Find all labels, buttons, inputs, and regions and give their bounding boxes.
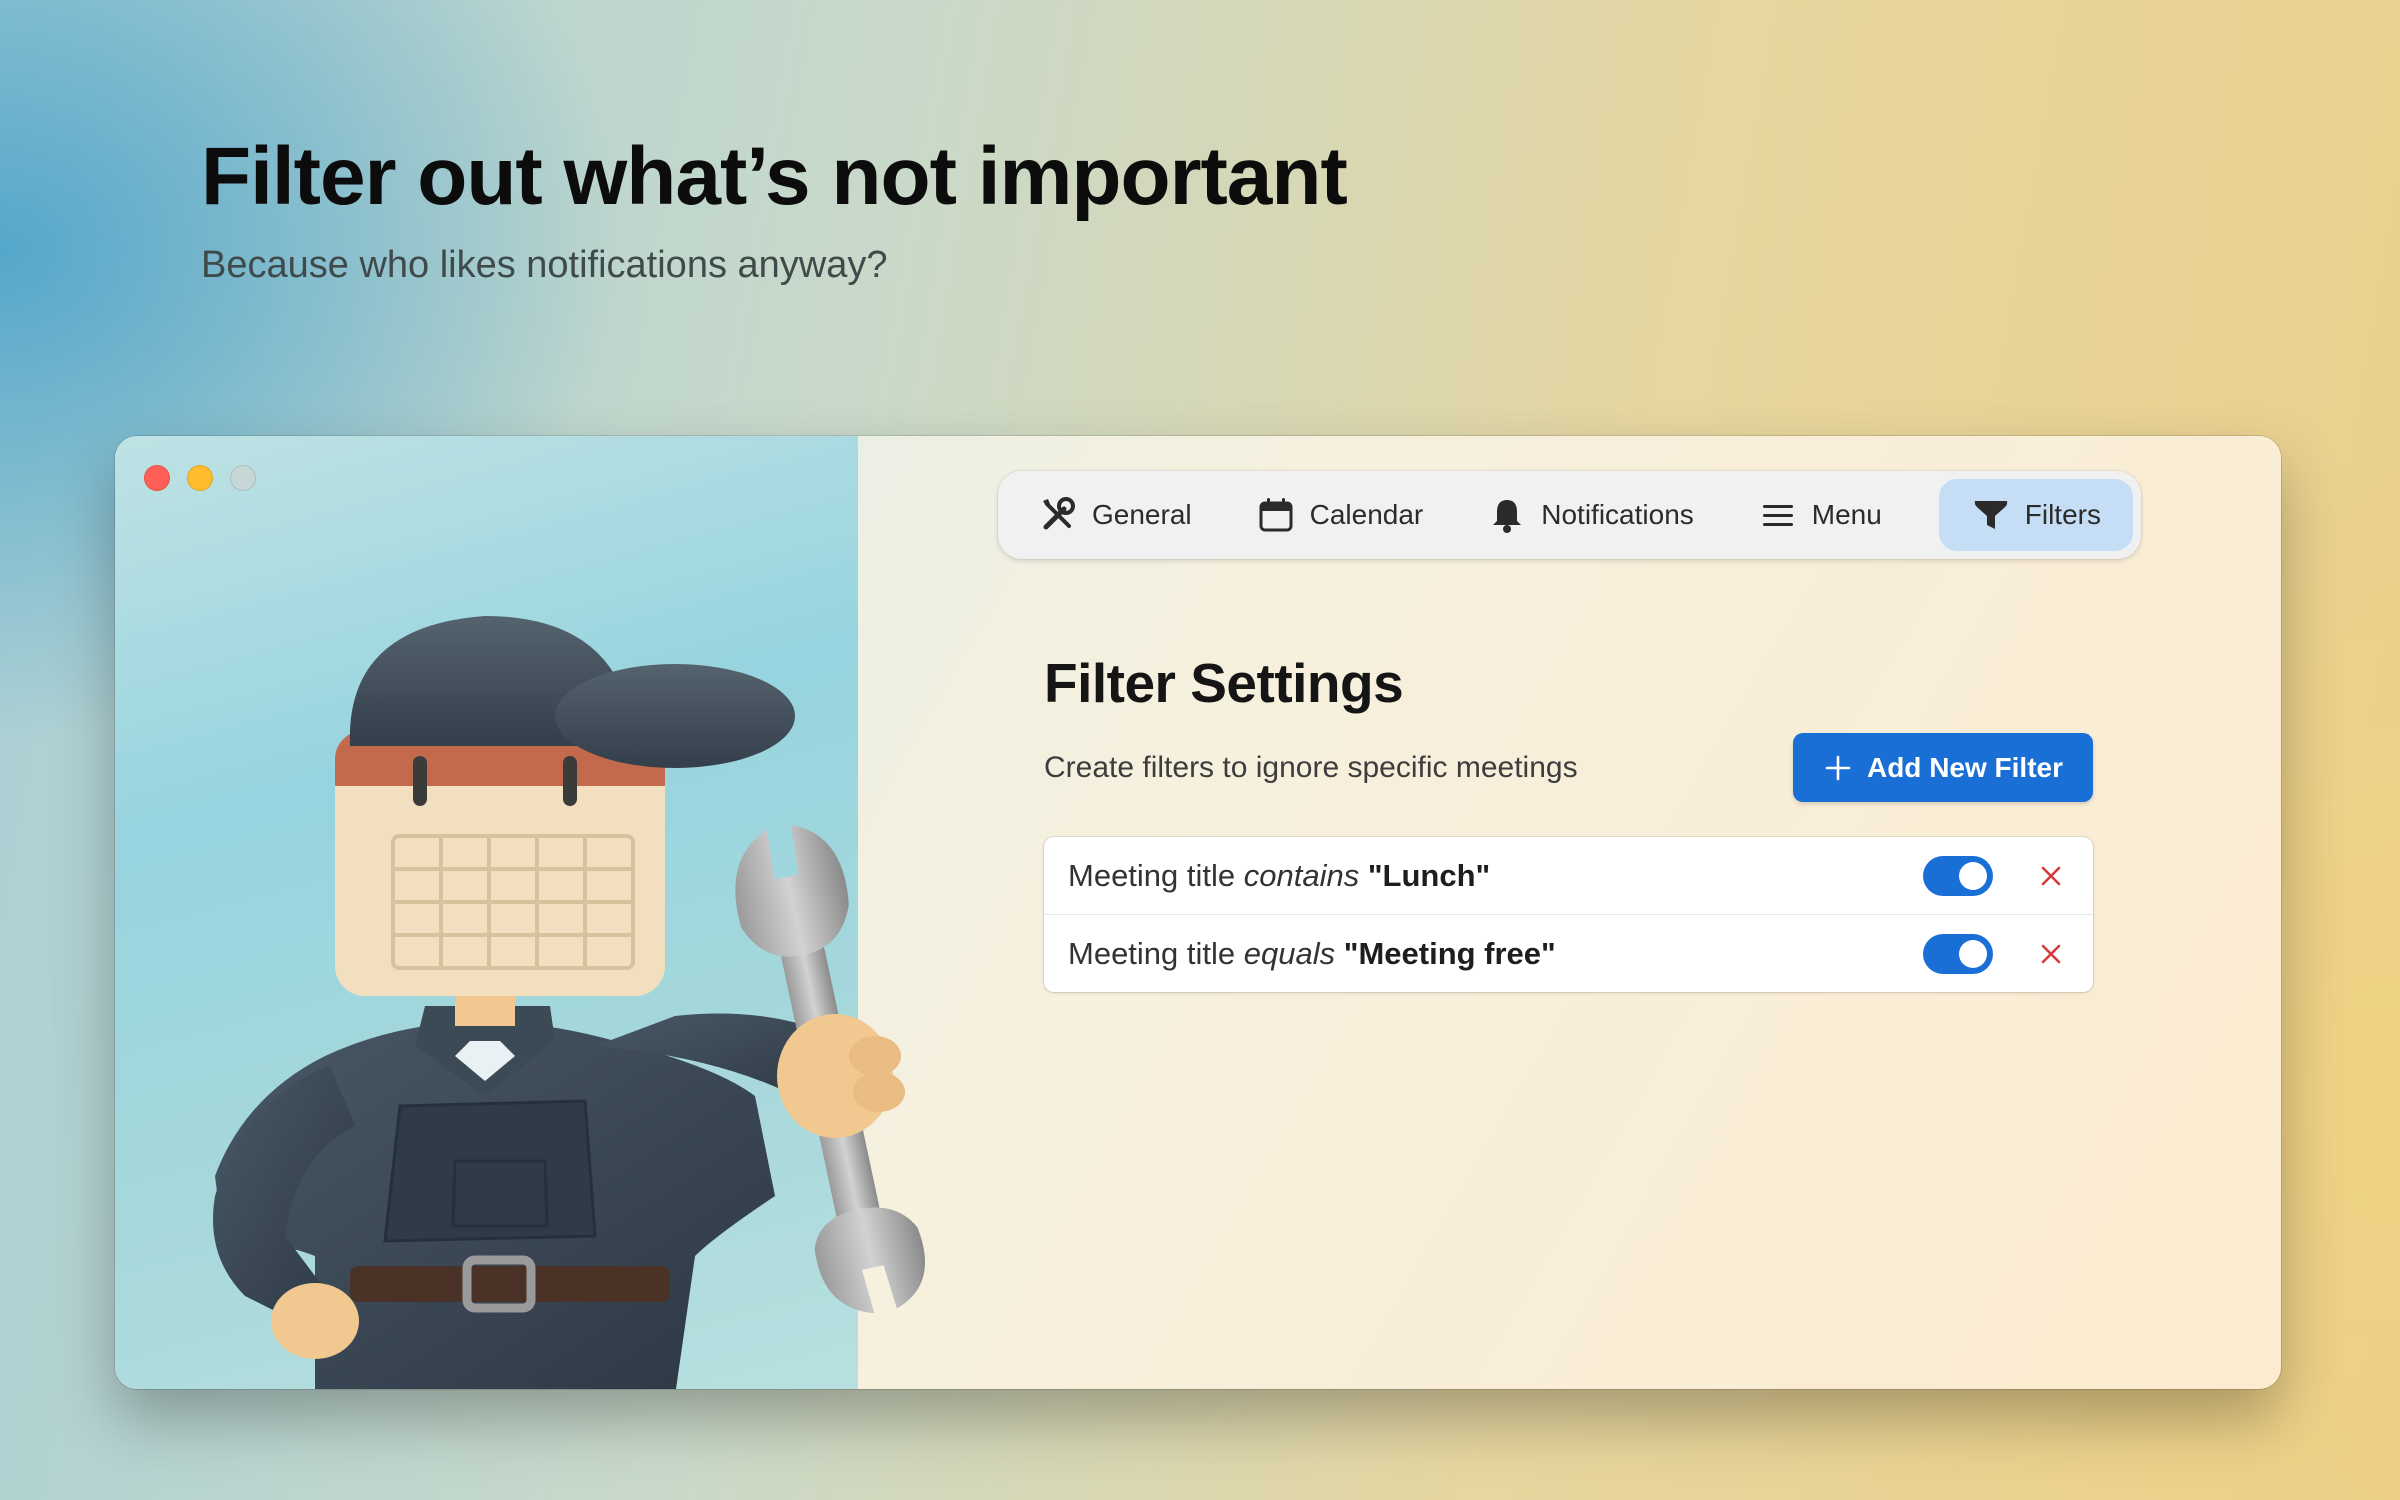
tab-filters[interactable]: Filters	[1938, 479, 2133, 551]
tab-general[interactable]: General	[1006, 479, 1224, 551]
hamburger-menu-icon	[1762, 505, 1793, 526]
delete-filter-button[interactable]	[2033, 936, 2069, 972]
close-icon	[2041, 944, 2061, 963]
filter-field: Meeting title	[1068, 935, 1236, 971]
filter-value: "Lunch"	[1367, 857, 1491, 893]
tab-label: Filters	[2024, 499, 2101, 530]
close-icon	[2041, 866, 2061, 885]
filter-operator: contains	[1243, 857, 1360, 893]
tab-calendar[interactable]: Calendar	[1224, 479, 1456, 551]
filter-settings-panel: Filter Settings Create filters to ignore…	[1044, 651, 2093, 992]
calendar-icon	[1259, 498, 1293, 532]
delete-filter-button[interactable]	[2033, 858, 2069, 894]
add-new-filter-label: Add New Filter	[1866, 751, 2063, 783]
mechanic-mascot-illustration	[213, 616, 925, 1389]
filter-enabled-toggle[interactable]	[1923, 855, 1993, 896]
filter-value: "Meeting free"	[1343, 935, 1556, 971]
app-window: General Calendar Notifications Menu Filt…	[115, 436, 2281, 1389]
filter-enabled-toggle[interactable]	[1923, 933, 1993, 974]
settings-tabbar: General Calendar Notifications Menu Filt…	[998, 471, 2141, 559]
tab-menu[interactable]: Menu	[1726, 479, 1914, 551]
minimize-window-button[interactable]	[187, 465, 213, 491]
section-subtitle: Create filters to ignore specific meetin…	[1044, 750, 1578, 784]
filter-operator: equals	[1243, 935, 1336, 971]
filter-description: Meeting title equals "Meeting free"	[1068, 936, 1923, 972]
close-window-button[interactable]	[144, 465, 170, 491]
hero-title: Filter out what’s not important	[201, 131, 1348, 222]
funnel-icon	[1974, 501, 2007, 529]
tab-label: Calendar	[1309, 499, 1424, 530]
tab-label: General	[1092, 499, 1192, 530]
filter-row: Meeting title contains "Lunch"	[1044, 837, 2093, 915]
add-new-filter-button[interactable]: Add New Filter	[1792, 733, 2093, 802]
filter-field: Meeting title	[1068, 857, 1236, 893]
hero: Filter out what’s not important Because …	[201, 130, 1348, 287]
wrench-screwdriver-icon	[1043, 497, 1075, 530]
section-title: Filter Settings	[1044, 652, 1404, 714]
filter-description: Meeting title contains "Lunch"	[1068, 858, 1923, 894]
bell-icon	[1493, 500, 1522, 533]
tab-label: Notifications	[1541, 499, 1694, 530]
plus-icon	[1825, 755, 1851, 780]
zoom-window-button[interactable]	[230, 465, 256, 491]
filter-row: Meeting title equals "Meeting free"	[1044, 915, 2093, 992]
hero-subtitle: Because who likes notifications anyway?	[201, 244, 888, 286]
subtitle-row: Create filters to ignore specific meetin…	[1044, 733, 2093, 802]
tab-notifications[interactable]: Notifications	[1455, 479, 1726, 551]
tab-label: Menu	[1811, 499, 1882, 530]
window-controls	[144, 465, 256, 491]
filter-list: Meeting title contains "Lunch" Meeting t…	[1044, 837, 2093, 992]
